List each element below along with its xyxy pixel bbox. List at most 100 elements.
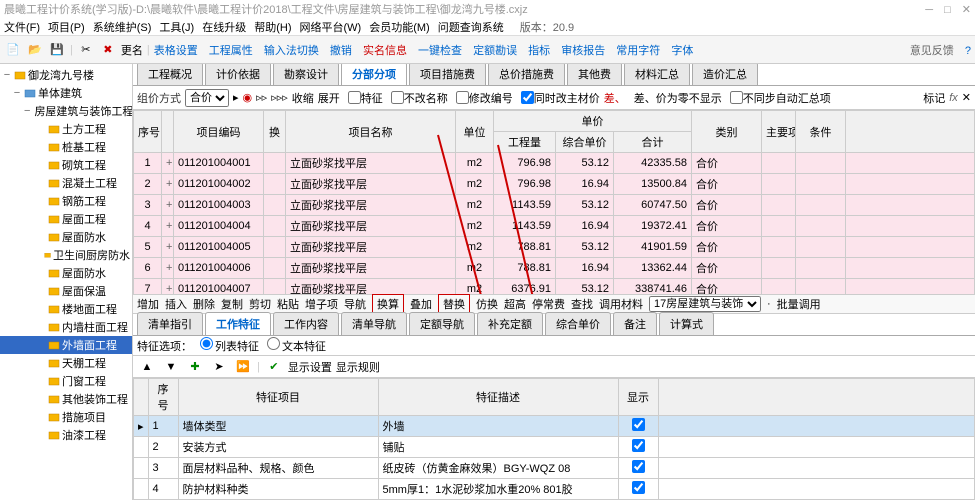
- dtab-定额导航[interactable]: 定额导航: [409, 312, 475, 335]
- main-grid[interactable]: 序号 项目编码 换 项目名称 单位 单价 类别 主要项目 条件 工程量: [133, 110, 975, 294]
- btn-table-settings[interactable]: 表格设置: [154, 45, 198, 57]
- dtab-工作内容[interactable]: 工作内容: [273, 312, 339, 335]
- tree-building[interactable]: −单体建筑: [0, 84, 132, 102]
- btn-undo[interactable]: 撤销: [330, 45, 352, 57]
- table-row[interactable]: 2+011201004002立面砂浆找平层m2796.9816.9413500.…: [134, 174, 975, 195]
- tree-item[interactable]: 屋面防水: [0, 264, 132, 282]
- col-cat[interactable]: 类别: [692, 111, 762, 153]
- tab-勘察设计[interactable]: 勘察设计: [273, 64, 339, 85]
- act-convert[interactable]: 换算: [372, 294, 404, 314]
- dtab-备注[interactable]: 备注: [613, 312, 657, 335]
- fcol-desc[interactable]: 特征描述: [378, 379, 618, 416]
- ft-check-icon[interactable]: ✔: [264, 358, 284, 376]
- col-price-group[interactable]: 单价: [494, 111, 692, 132]
- btn-indicator[interactable]: 指标: [528, 45, 550, 57]
- col-name[interactable]: 项目名称: [286, 111, 456, 153]
- col-unit[interactable]: 单位: [456, 111, 494, 153]
- menu-update[interactable]: 在线升级: [202, 19, 246, 35]
- feature-row[interactable]: 4防护材料种类5mm厚1：1水泥砂浆加水重20% 801胶: [134, 479, 975, 500]
- col-swap[interactable]: 换: [264, 111, 286, 153]
- fcol-seq[interactable]: 序号: [148, 379, 178, 416]
- act-add[interactable]: 增加: [137, 296, 159, 312]
- btn-chars[interactable]: 常用字符: [616, 45, 660, 57]
- tree-item[interactable]: 屋面保温: [0, 282, 132, 300]
- act-copy[interactable]: 复制: [221, 296, 243, 312]
- tree-construction[interactable]: −房屋建筑与装饰工程: [0, 102, 132, 120]
- tab-项目措施费[interactable]: 项目措施费: [409, 64, 486, 85]
- group-select[interactable]: 合价: [185, 89, 229, 107]
- act-addchild[interactable]: 增子项: [305, 296, 338, 312]
- tab-总价措施费[interactable]: 总价措施费: [488, 64, 565, 85]
- tab-造价汇总[interactable]: 造价汇总: [692, 64, 758, 85]
- ft-down-icon[interactable]: ▼: [161, 358, 181, 376]
- menu-file[interactable]: 文件(F): [4, 19, 40, 35]
- tree-item[interactable]: 混凝土工程: [0, 174, 132, 192]
- act-material[interactable]: 调用材料: [599, 296, 643, 312]
- project-tree[interactable]: −御龙湾九号楼 −单体建筑 −房屋建筑与装饰工程 土方工程桩基工程砌筑工程混凝土…: [0, 64, 133, 500]
- table-row[interactable]: 1+011201004001立面砂浆找平层m2796.9853.1242335.…: [134, 153, 975, 174]
- act-delete[interactable]: 删除: [193, 296, 215, 312]
- cut-icon[interactable]: ✂: [77, 41, 95, 59]
- chk-noauto[interactable]: 不同步自动汇总项: [730, 90, 831, 106]
- menu-faq[interactable]: 问题查询系统: [438, 19, 504, 35]
- feature-grid[interactable]: 序号 特征项目 特征描述 显示 ▸1墙体类型外墙2安装方式铺贴3面层材料品种、规…: [133, 378, 975, 500]
- project-select[interactable]: 17房屋建筑与装饰: [649, 296, 761, 312]
- col-code[interactable]: 项目编码: [174, 111, 264, 153]
- btn-errata[interactable]: 定额勘误: [473, 45, 517, 57]
- col-main[interactable]: 主要项目: [762, 111, 796, 153]
- tree-item[interactable]: 钢筋工程: [0, 192, 132, 210]
- chk-sync[interactable]: 同时改主材价: [521, 90, 600, 106]
- nav-last-icon[interactable]: ▹▹▹: [271, 91, 288, 104]
- feature-row[interactable]: ▸1墙体类型外墙: [134, 416, 975, 437]
- table-row[interactable]: 7+011201004007立面砂浆找平层m26376.9153.1233874…: [134, 279, 975, 295]
- expand-button[interactable]: 展开: [318, 90, 340, 106]
- help-icon[interactable]: ?: [965, 45, 971, 57]
- col-unitprice[interactable]: 综合单价: [556, 132, 614, 153]
- chk-special[interactable]: 特征: [348, 90, 383, 106]
- chk-modnum[interactable]: 修改编号: [456, 90, 513, 106]
- menu-tools[interactable]: 工具(J): [159, 19, 194, 35]
- tree-item[interactable]: 油漆工程: [0, 426, 132, 444]
- new-icon[interactable]: 📄: [4, 41, 22, 59]
- open-icon[interactable]: 📂: [26, 41, 44, 59]
- ft-del-icon[interactable]: ➤: [209, 358, 229, 376]
- nav-next-icon[interactable]: ▹▹: [256, 91, 267, 104]
- act-height[interactable]: 超高: [504, 296, 526, 312]
- opt-list[interactable]: 列表特征: [200, 337, 259, 354]
- tree-item[interactable]: 内墙柱面工程: [0, 318, 132, 336]
- tree-item[interactable]: 外墙面工程: [0, 336, 132, 354]
- ft-up-icon[interactable]: ▲: [137, 358, 157, 376]
- act-overlay[interactable]: 叠加: [410, 296, 432, 312]
- btn-font[interactable]: 字体: [671, 45, 693, 57]
- table-row[interactable]: 4+011201004004立面砂浆找平层m21143.5916.9419372…: [134, 216, 975, 237]
- tree-item[interactable]: 屋面工程: [0, 210, 132, 228]
- col-qty[interactable]: 工程量: [494, 132, 556, 153]
- tree-item[interactable]: 门窗工程: [0, 372, 132, 390]
- table-row[interactable]: 6+011201004006立面砂浆找平层m2788.8116.9413362.…: [134, 258, 975, 279]
- tree-root[interactable]: −御龙湾九号楼: [0, 66, 132, 84]
- menu-network[interactable]: 网络平台(W): [300, 19, 362, 35]
- act-replace[interactable]: 替换: [438, 294, 470, 314]
- feature-row[interactable]: 3面层材料品种、规格、颜色纸皮砖（仿黄金麻效果）BGY-WQZ 08: [134, 458, 975, 479]
- col-total[interactable]: 合计: [614, 132, 692, 153]
- dtab-清单导航[interactable]: 清单导航: [341, 312, 407, 335]
- btn-ime[interactable]: 输入法切换: [264, 45, 319, 57]
- tab-材料汇总[interactable]: 材料汇总: [624, 64, 690, 85]
- menu-system[interactable]: 系统维护(S): [93, 19, 152, 35]
- dtab-工作特征[interactable]: 工作特征: [205, 312, 271, 335]
- tree-item[interactable]: 卫生间厨房防水: [0, 246, 132, 264]
- save-icon[interactable]: 💾: [48, 41, 66, 59]
- tree-item[interactable]: 土方工程: [0, 120, 132, 138]
- tree-item[interactable]: 措施项目: [0, 408, 132, 426]
- tree-item[interactable]: 桩基工程: [0, 138, 132, 156]
- feature-row[interactable]: 2安装方式铺贴: [134, 437, 975, 458]
- tree-item[interactable]: 天棚工程: [0, 354, 132, 372]
- ft-next-icon[interactable]: ⏩: [233, 358, 253, 376]
- table-row[interactable]: 5+011201004005立面砂浆找平层m2788.8153.1241901.…: [134, 237, 975, 258]
- menu-member[interactable]: 会员功能(M): [369, 19, 430, 35]
- btn-audit[interactable]: 审核报告: [561, 45, 605, 57]
- menu-project[interactable]: 项目(P): [48, 19, 85, 35]
- act-insert[interactable]: 插入: [165, 296, 187, 312]
- collapse-button[interactable]: 收缩: [292, 90, 314, 106]
- nav-prev-icon[interactable]: ◉: [243, 91, 253, 104]
